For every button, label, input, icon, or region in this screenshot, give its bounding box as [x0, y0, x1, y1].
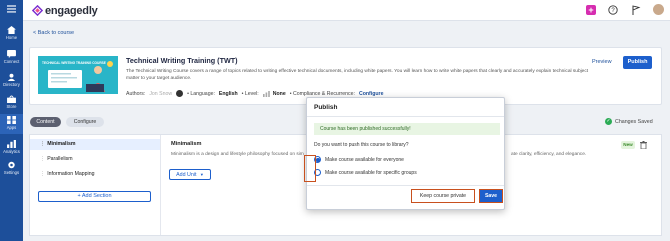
option-everyone[interactable]: Make course available for everyone — [314, 156, 404, 163]
keep-course-private-button[interactable]: Keep course private — [411, 189, 475, 203]
directory-icon — [7, 73, 16, 81]
option-label: Make course available for specific group… — [325, 169, 417, 176]
divider — [307, 185, 504, 186]
drag-handle-icon[interactable]: ⋮ — [40, 171, 45, 177]
level-bars-icon — [262, 90, 270, 97]
menu-icon[interactable] — [7, 5, 16, 13]
compliance-label: • Compliance & Recurrence: — [289, 90, 355, 97]
author-name: Jon Snow — [149, 90, 173, 97]
option-specific-groups[interactable]: Make course available for specific group… — [314, 169, 417, 176]
connect-icon — [7, 50, 16, 58]
compliance-configure-link[interactable]: Configure — [359, 91, 384, 97]
rail-item-analytics[interactable]: Analytics — [0, 140, 23, 154]
course-title: Technical Writing Training (TWT) — [126, 56, 238, 65]
drag-handle-icon[interactable]: ⋮ — [40, 141, 45, 147]
flag-icon[interactable] — [631, 5, 641, 15]
rail-label: Settings — [3, 170, 20, 175]
publish-button[interactable]: Publish — [623, 56, 652, 69]
unit-title: Minimalism — [171, 141, 202, 147]
rail-item-home[interactable]: Home — [0, 26, 23, 40]
rail-label: Connect — [3, 59, 20, 64]
changes-saved-label: Changes Saved — [615, 118, 653, 125]
section-label: Information Mapping — [47, 171, 95, 177]
help-icon[interactable]: ? — [608, 5, 618, 15]
back-to-course-link[interactable]: < Back to course — [33, 30, 74, 36]
store-icon — [7, 95, 16, 103]
level-value[interactable]: None — [273, 91, 286, 97]
rail-item-store[interactable]: Store — [0, 95, 23, 109]
course-thumbnail: TECHNICAL WRITING TRAINING COURSE — [38, 56, 118, 94]
rail-item-connect[interactable]: Connect — [0, 50, 23, 64]
tab-content[interactable]: Content — [30, 117, 61, 127]
unit-description-tail: ate clarity, efficiency, and elegance. — [511, 152, 587, 157]
rail-label: Home — [5, 35, 18, 40]
rail-item-apps[interactable]: Apps — [0, 114, 23, 134]
divider — [307, 116, 504, 117]
left-nav-rail: Home Connect Directory Store Apps Analyt… — [0, 0, 23, 241]
home-icon — [7, 26, 16, 34]
modal-title: Publish — [314, 104, 338, 111]
section-label: Minimalism — [47, 141, 76, 147]
rail-item-settings[interactable]: Settings — [0, 161, 23, 175]
language-label: • Language: — [187, 90, 215, 97]
preview-button[interactable]: Preview — [592, 59, 612, 65]
create-plus-icon[interactable]: + — [586, 5, 596, 15]
thumbnail-illustration-icon — [48, 61, 113, 92]
check-circle-icon: ✓ — [605, 118, 612, 125]
rail-item-directory[interactable]: Directory — [0, 73, 23, 87]
trash-icon[interactable] — [640, 141, 647, 149]
level-label: • Level: — [241, 90, 259, 97]
radio-options-highlight — [304, 155, 316, 182]
top-bar: engagedly + ? — [23, 0, 670, 21]
settings-icon — [8, 161, 15, 169]
logo-mark-icon — [32, 5, 43, 16]
add-unit-label: Add Unit — [176, 172, 197, 178]
sections-list: ⋮ Minimalism ⋮ Parallelism ⋮ Information Ma… — [30, 135, 161, 235]
section-label: Parallelism — [47, 156, 73, 162]
tab-configure[interactable]: Configure — [66, 117, 104, 127]
library-question: Do you want to push this course to libra… — [314, 142, 409, 148]
status-badge: New — [621, 141, 635, 149]
authors-label: Authors: — [126, 90, 146, 97]
app-logo[interactable]: engagedly — [32, 4, 98, 17]
add-unit-dropdown[interactable]: Add Unit ▼ — [169, 169, 211, 180]
option-label: Make course available for everyone — [325, 156, 404, 163]
logo-text: engagedly — [45, 4, 98, 17]
changes-saved-status: ✓ Changes Saved — [605, 118, 653, 125]
rail-label: Store — [6, 104, 17, 109]
course-description: The Technical Writing Course covers a ra… — [126, 69, 589, 81]
analytics-icon — [7, 140, 16, 148]
caret-down-icon: ▼ — [199, 172, 204, 177]
add-section-button[interactable]: + Add Section — [38, 191, 151, 202]
success-alert: Course has been published successfully! — [314, 123, 500, 135]
drag-handle-icon[interactable]: ⋮ — [40, 156, 45, 162]
svg-text:?: ? — [611, 8, 615, 14]
section-item[interactable]: ⋮ Minimalism — [30, 139, 160, 150]
unit-description: Minimalism is a design and lifestyle phi… — [171, 152, 304, 157]
section-item[interactable]: ⋮ Parallelism — [38, 154, 159, 165]
author-avatar — [176, 90, 184, 97]
course-meta: Authors: Jon Snow • Language: English • … — [126, 90, 387, 97]
rail-label: Analytics — [3, 149, 20, 154]
publish-modal: Publish Course has been published succes… — [306, 97, 505, 210]
rail-label: Apps — [6, 125, 17, 130]
language-value[interactable]: English — [219, 91, 238, 97]
rail-label: Directory — [3, 82, 20, 87]
apps-icon — [7, 116, 16, 124]
user-avatar[interactable] — [653, 4, 664, 15]
section-item[interactable]: ⋮ Information Mapping — [38, 169, 159, 180]
save-button[interactable]: Save — [479, 189, 503, 203]
